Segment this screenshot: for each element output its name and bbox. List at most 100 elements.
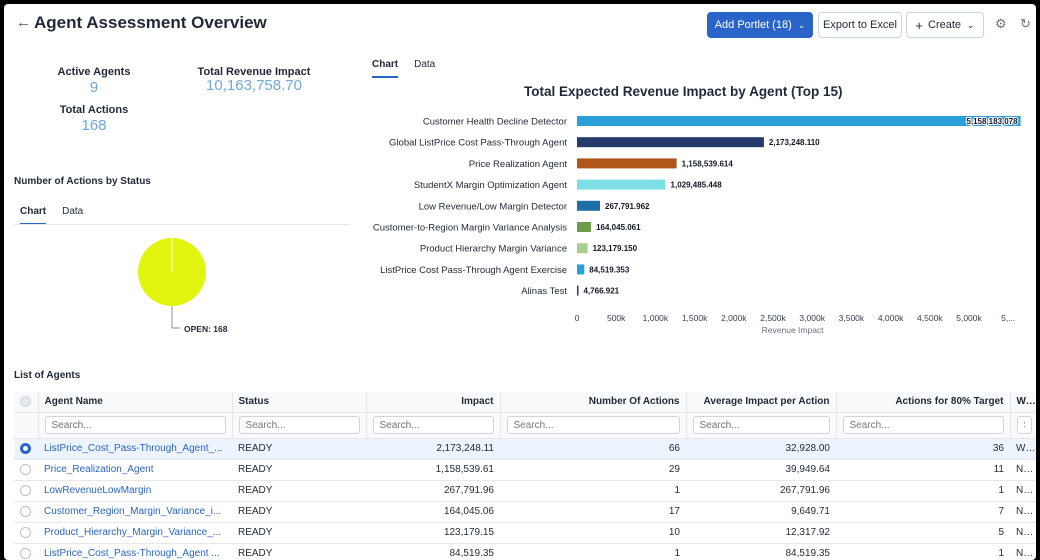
average-impact-cell: 9,649.71	[686, 501, 836, 523]
agent-name-cell[interactable]: ListPrice_Cost_Pass-Through_Agent ...	[38, 543, 232, 560]
x-tick-label: 2,000k	[721, 313, 747, 323]
agent-name-cell[interactable]: LowRevenueLowMargin	[38, 480, 232, 502]
col-header-average-impact[interactable]: Average Impact per Action	[686, 392, 837, 413]
revenue-tabs: Chart Data	[372, 59, 435, 78]
bar[interactable]	[577, 137, 764, 148]
col-header-work[interactable]: Work	[1010, 392, 1036, 413]
page-title: Agent Assessment Overview	[34, 13, 267, 32]
average-impact-cell: 267,791.96	[686, 480, 836, 502]
row-select-radio[interactable]	[20, 526, 31, 538]
tab-revenue-data[interactable]: Data	[414, 59, 435, 78]
row-select-cell	[14, 438, 38, 460]
row-select-radio[interactable]	[20, 463, 31, 475]
table-row[interactable]: ListPrice_Cost_Pass-Through_Agent ... REA…	[14, 543, 1036, 560]
x-tick-label: 3,000k	[799, 313, 825, 323]
status-tabs-divider	[14, 224, 350, 225]
number-of-actions-cell: 1	[500, 543, 686, 560]
work-cell: WITH	[1010, 438, 1036, 460]
kpi-active-agents-label: Active Agents	[57, 66, 131, 78]
table-row[interactable]: LowRevenueLowMargin READY 267,791.96 1 267,7…	[14, 480, 1036, 502]
work-cell: NO_A	[1010, 480, 1036, 502]
impact-cell: 123,179.15	[366, 522, 500, 544]
table-filter-row	[14, 412, 1036, 439]
tab-revenue-chart[interactable]: Chart	[372, 59, 399, 78]
col-header-agent-name[interactable]: Agent Name	[38, 392, 233, 413]
bar-value-label: 123,179.150	[593, 244, 638, 253]
average-impact-search-input[interactable]	[692, 416, 830, 434]
tab-status-data[interactable]: Data	[62, 206, 83, 225]
kpi-total-actions-label: Total Actions	[59, 104, 129, 116]
bar[interactable]	[577, 264, 585, 275]
x-tick-label: 3,500k	[839, 313, 865, 323]
table-row[interactable]: ListPrice_Cost_Pass-Through_Agent_... REA…	[14, 438, 1036, 460]
x-tick-label: 5,000k	[956, 313, 982, 323]
average-impact-cell: 84,519.35	[686, 543, 836, 560]
x-tick-label: 4,000k	[878, 313, 904, 323]
status-search-input[interactable]	[238, 416, 360, 434]
col-header-impact[interactable]: Impact	[366, 392, 501, 413]
row-select-radio[interactable]	[20, 505, 31, 517]
bar-value-label: 164,045.061	[596, 223, 641, 232]
category-label: Customer Health Decline Detector	[423, 117, 567, 128]
row-select-cell	[14, 459, 38, 481]
agents-table: Agent Name Status Impact Number Of Actio…	[14, 392, 1036, 560]
bar-value-label: 4,766.921	[584, 287, 620, 296]
col-header-status[interactable]: Status	[232, 392, 367, 413]
actions-by-status-title: Number of Actions by Status	[14, 176, 151, 187]
bar[interactable]	[577, 285, 579, 296]
bar[interactable]	[577, 179, 666, 190]
bar-value-label: 5,158,183,078	[966, 117, 1018, 126]
add-portlet-button[interactable]: Add Portlet (18) ⌄	[707, 12, 813, 38]
back-arrow-icon[interactable]: ←	[16, 14, 31, 31]
row-select-radio[interactable]	[20, 547, 31, 559]
agent-name-cell[interactable]: Price_Realization_Agent	[38, 459, 232, 481]
agent-name-cell[interactable]: ListPrice_Cost_Pass-Through_Agent_...	[38, 438, 232, 460]
status-cell: READY	[232, 438, 366, 460]
bar[interactable]	[577, 158, 677, 169]
bar[interactable]	[577, 222, 592, 232]
page-header: ← Agent Assessment Overview Add Portlet …	[4, 4, 1036, 44]
average-impact-cell: 39,949.64	[686, 459, 836, 481]
work-search-input[interactable]	[1016, 416, 1032, 434]
create-button[interactable]: + Create ⌄	[906, 12, 984, 38]
export-to-excel-button[interactable]: Export to Excel	[818, 12, 902, 38]
tab-status-chart[interactable]: Chart	[20, 206, 47, 225]
actions-80-target-cell: 1	[836, 543, 1010, 560]
table-row[interactable]: Product_Hierarchy_Margin_Variance_... REA…	[14, 522, 1036, 544]
average-impact-cell: 12,317.92	[686, 522, 836, 544]
filter-spacer	[14, 412, 39, 439]
bar[interactable]	[577, 116, 1021, 126]
actions-80-target-cell: 11	[836, 459, 1010, 481]
col-header-number-of-actions[interactable]: Number Of Actions	[500, 392, 687, 413]
col-header-actions-80-target[interactable]: Actions for 80% Target	[836, 392, 1011, 413]
number-of-actions-cell: 17	[500, 501, 686, 523]
row-select-radio[interactable]	[20, 442, 31, 454]
kpi-total-revenue-value: 10,163,758.70	[206, 77, 302, 94]
row-select-cell	[14, 501, 38, 523]
agent-name-search-input[interactable]	[44, 416, 226, 434]
add-portlet-label: Add Portlet (18)	[714, 19, 792, 31]
agent-name-cell[interactable]: Product_Hierarchy_Margin_Variance_...	[38, 522, 232, 544]
actions-80-target-search-input[interactable]	[842, 416, 1004, 434]
category-label: Price Realization Agent	[469, 159, 568, 170]
impact-search-input[interactable]	[372, 416, 494, 434]
agent-name-cell[interactable]: Customer_Region_Margin_Variance_i...	[38, 501, 232, 523]
kpi-active-agents: Active Agents 9	[44, 66, 144, 96]
row-select-radio[interactable]	[20, 484, 31, 496]
impact-cell: 1,158,539.61	[366, 459, 500, 481]
bar-value-label: 84,519.353	[589, 265, 630, 274]
number-of-actions-search-input[interactable]	[506, 416, 680, 434]
table-row[interactable]: Price_Realization_Agent READY 1,158,539.61…	[14, 459, 1036, 481]
actions-80-target-cell: 7	[836, 501, 1010, 523]
chevron-down-icon: ⌄	[967, 19, 975, 30]
bar[interactable]	[577, 200, 600, 211]
category-label: Customer-to-Region Margin Variance Analy…	[373, 223, 567, 234]
category-label: ListPrice Cost Pass-Through Agent Exerci…	[380, 265, 567, 276]
work-cell: NO_A	[1010, 543, 1036, 560]
table-row[interactable]: Customer_Region_Margin_Variance_i... READ…	[14, 501, 1036, 523]
bar[interactable]	[577, 243, 588, 254]
refresh-icon[interactable]: ↻	[1020, 16, 1031, 32]
row-select-cell	[14, 480, 38, 502]
gear-icon[interactable]: ⚙	[995, 16, 1007, 32]
list-of-agents-title: List of Agents	[14, 370, 81, 381]
